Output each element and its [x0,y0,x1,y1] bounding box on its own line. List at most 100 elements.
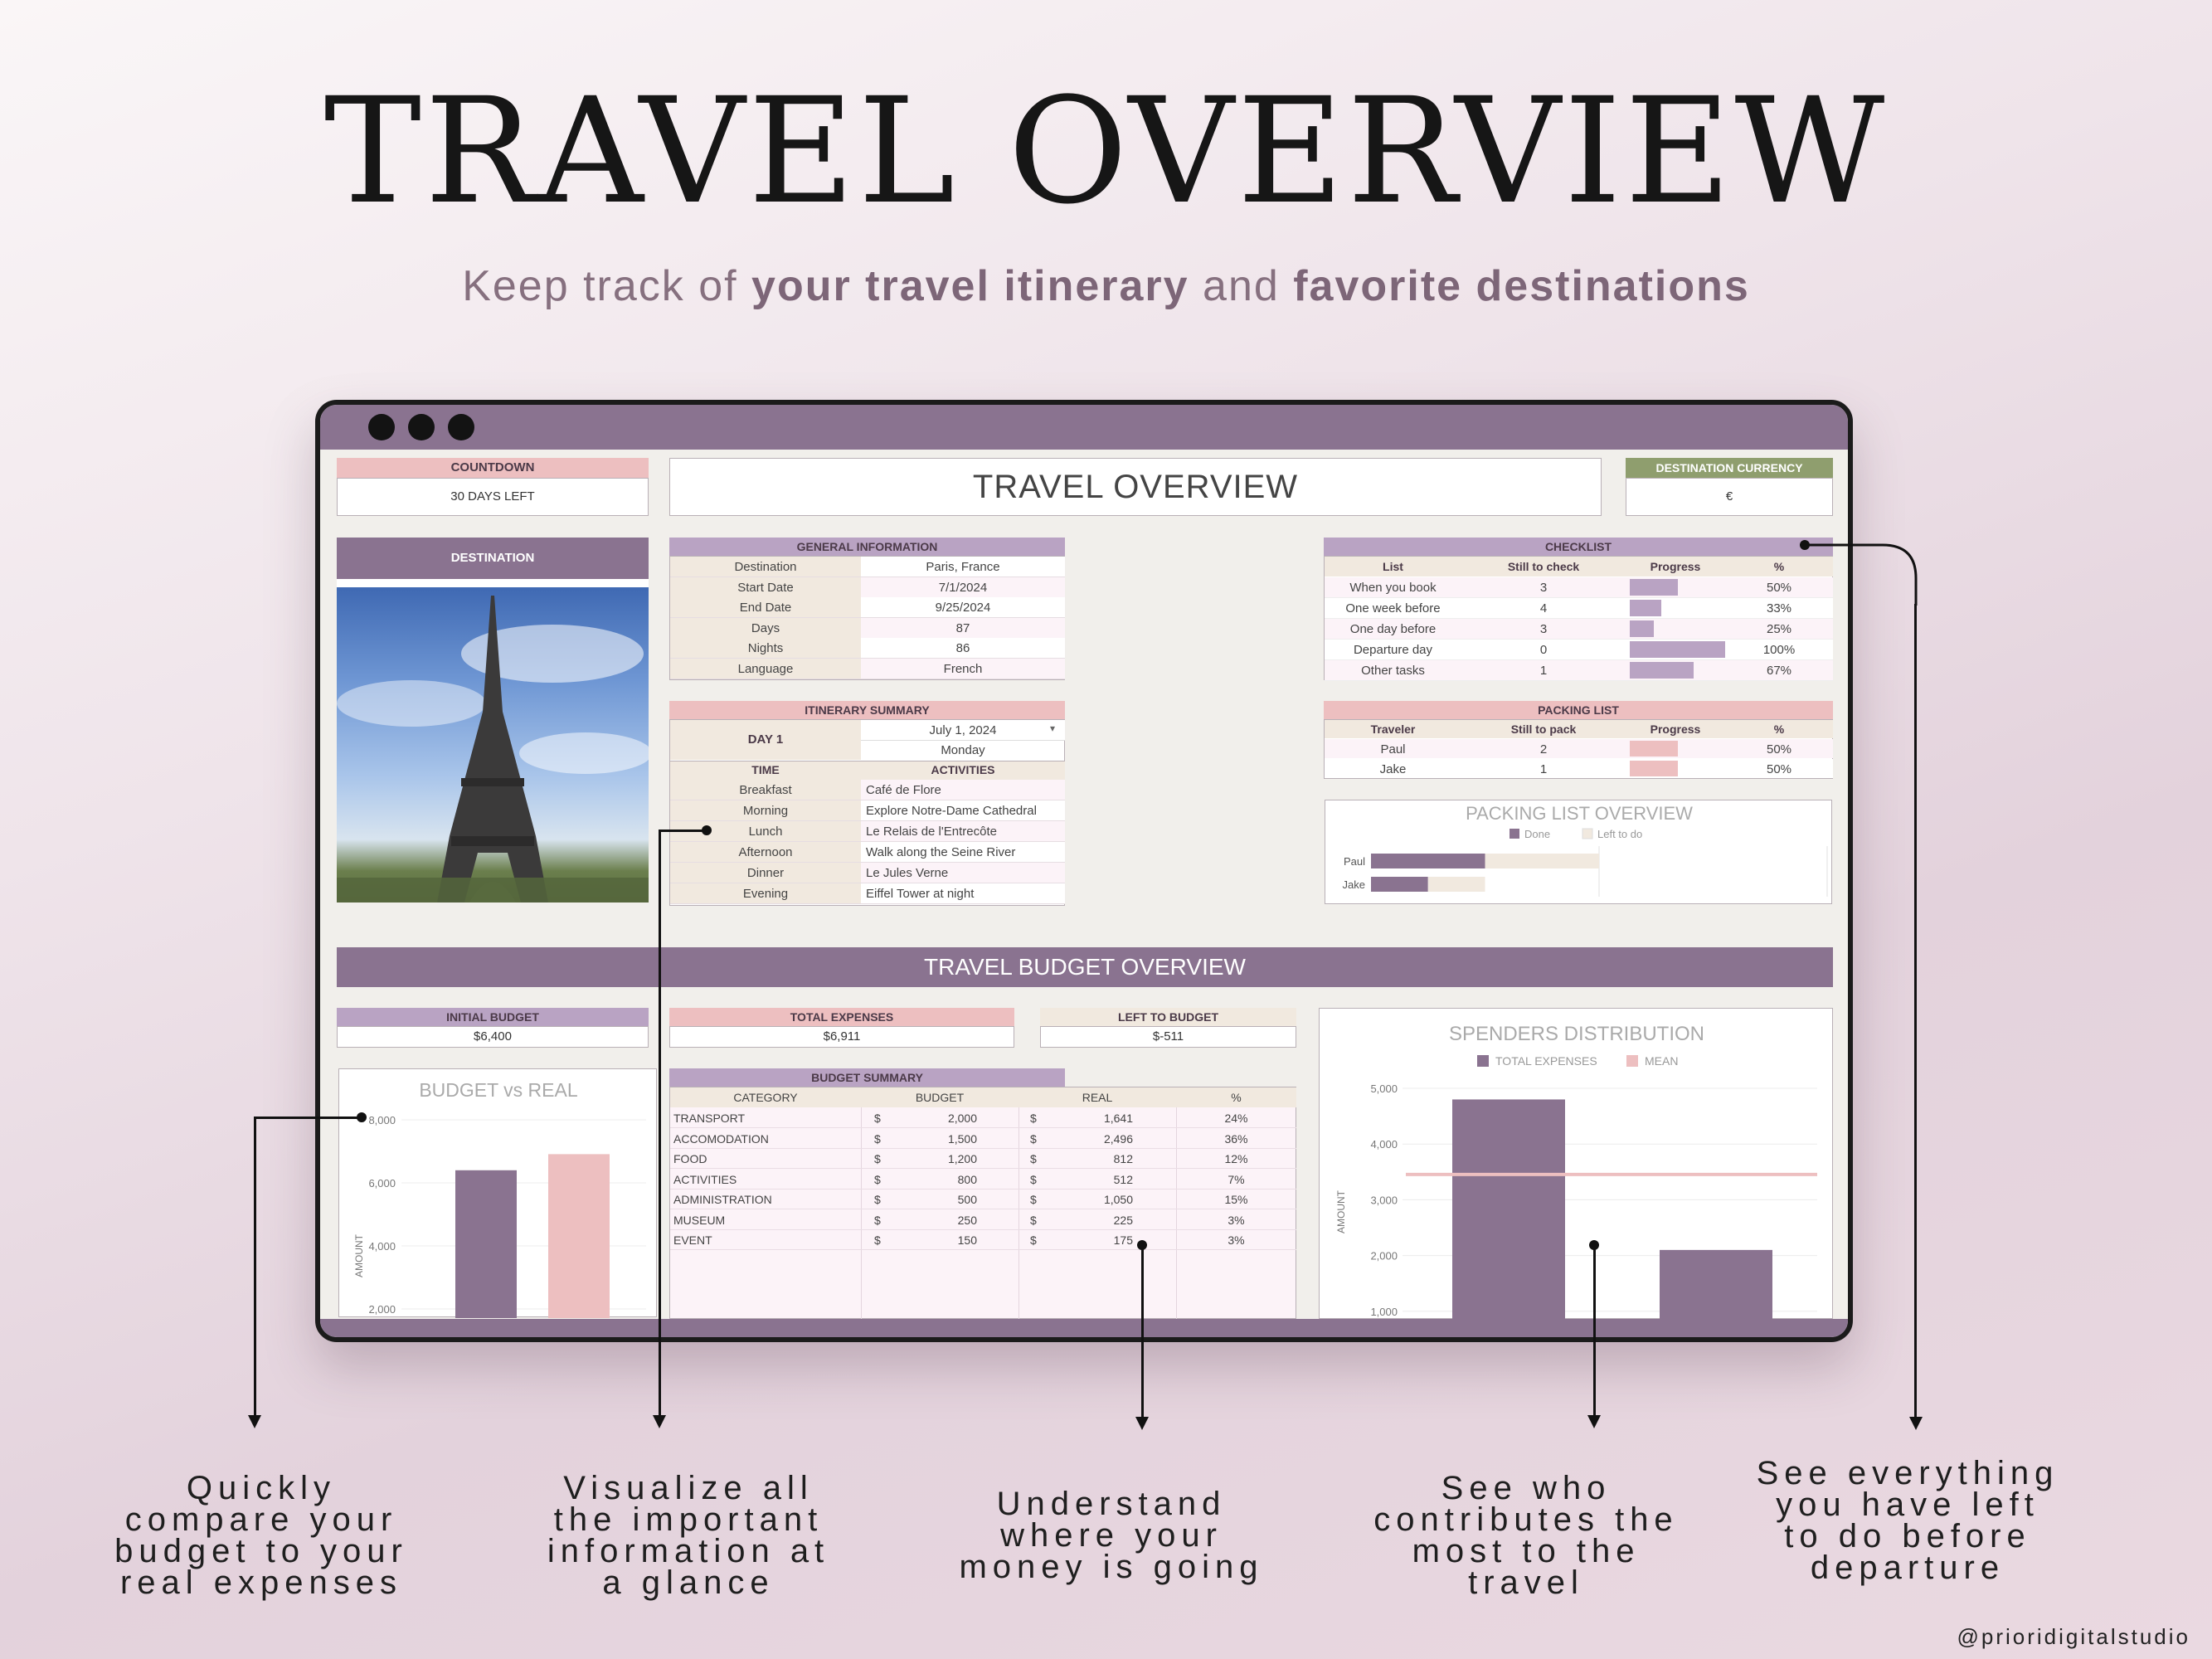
budget-planned[interactable]: 500 [919,1193,977,1206]
packing-chart-title: PACKING LIST OVERVIEW [1466,803,1693,824]
window-close-dot[interactable] [368,414,395,440]
budget-pct: 24% [1224,1112,1248,1125]
budget-planned[interactable]: 150 [919,1233,977,1247]
left-to-budget-label: LEFT TO BUDGET [1040,1008,1296,1026]
real-currency: $ [1030,1213,1037,1227]
itinerary-activity: Le Relais de l'Entrecôte [866,825,997,839]
destination-photo [337,587,649,902]
caption-line: most to the [1412,1533,1641,1569]
spenders-bar [1660,1249,1772,1337]
budget-real[interactable]: 512 [1075,1173,1133,1186]
budget-currency: $ [874,1152,881,1165]
window-minimize-dot[interactable] [408,414,435,440]
budget-real[interactable]: 1,641 [1075,1112,1133,1125]
itinerary-time-header: TIME [751,763,780,776]
annotation-line-1h [254,1117,362,1119]
budget-summary-row-line [670,1228,1296,1230]
budget-summary-col-divider [1018,1107,1019,1319]
budget-real[interactable]: 812 [1075,1152,1133,1165]
annotation-line-1v [254,1117,256,1415]
budget-real[interactable]: 175 [1075,1233,1133,1247]
spenders-legend-swatch [1626,1055,1638,1067]
currency-label: DESTINATION CURRENCY [1626,458,1833,478]
budget-real[interactable]: 1,050 [1075,1193,1133,1206]
countdown-label: COUNTDOWN [337,458,649,478]
budget-planned[interactable]: 1,500 [919,1132,977,1146]
spenders-chart-svg: SPENDERS DISTRIBUTION TOTAL EXPENSES MEAN 5… [1335,1023,1817,1337]
spenders-chart: SPENDERS DISTRIBUTION TOTAL EXPENSES MEAN 5… [1319,1008,1833,1337]
checklist-progress-bar [1630,641,1725,658]
checklist-list-name: Other tasks [1361,664,1425,678]
budget-summary-row-line [670,1127,1296,1128]
packing-still: 2 [1539,742,1548,757]
budget-real[interactable]: 225 [1075,1214,1133,1227]
budget-category: FOOD [673,1152,707,1165]
packing-chart-svg: PACKING LIST OVERVIEW Done Left to do Paul J… [1343,803,1828,897]
bvr-bar [455,1170,517,1337]
caption-line: departure [1810,1550,2005,1586]
packing-category-label: Jake [1343,878,1365,891]
real-currency: $ [1030,1233,1037,1247]
caption-line: you have left [1776,1486,2039,1523]
real-currency: $ [1030,1172,1037,1186]
packing-header: Still to pack [1510,722,1577,736]
window-bottombar [320,1319,1848,1337]
budget-summary-header: REAL [1082,1091,1113,1104]
caption-line: Understand [996,1486,1227,1522]
packing-bar [1427,877,1485,892]
general-info-label: Destination [734,560,797,574]
budget-overview-title: TRAVEL BUDGET OVERVIEW [924,954,1246,980]
caption-line: Quickly [186,1470,337,1506]
checklist-progress-bar [1630,620,1654,637]
left-to-budget-value: $-511 [1040,1026,1296,1048]
packing-progress-bar [1630,741,1678,757]
spenders-tick-label: 5,000 [1370,1082,1398,1095]
packing-progress-bar [1630,761,1678,776]
real-currency: $ [1030,1131,1037,1146]
total-expenses-value: $6,911 [669,1026,1014,1048]
budget-summary-header: % [1231,1091,1242,1104]
checklist-pct: 100% [1762,643,1796,657]
budget-pct: 3% [1228,1213,1245,1227]
budget-category: ACTIVITIES [673,1172,737,1186]
general-info-value: 86 [955,641,970,655]
budget-summary-col-divider [861,1107,862,1319]
budget-planned[interactable]: 250 [919,1214,977,1227]
annotation-line-5v [1914,604,1917,1417]
checklist-table: List Still to check Progress% When you book… [1324,556,1833,681]
general-info-label: Days [751,620,780,635]
budget-pct: 3% [1228,1233,1245,1247]
currency-value: € [1626,478,1833,516]
initial-budget-label: INITIAL BUDGET [337,1008,649,1026]
spenders-tick-label: 2,000 [1370,1250,1398,1262]
real-currency: $ [1030,1112,1037,1125]
budget-summary-header: BUDGET [915,1091,965,1104]
spenders-tick-label: 4,000 [1370,1138,1398,1151]
budget-planned[interactable]: 2,000 [919,1112,977,1125]
caption-budget-compare: Quickly compare your budget to your real ex… [91,1470,431,1599]
packing-header: % [1773,722,1785,736]
budget-category: TRANSPORT [673,1112,746,1125]
caption-line: See who [1441,1470,1612,1506]
general-info-label: Start Date [737,580,794,595]
annotation-arrow-4 [1587,1415,1601,1428]
checklist-still: 1 [1539,664,1548,678]
general-info-table: Destination Paris, France Start Date 7/1/20… [669,556,1065,680]
window-titlebar [320,405,1848,450]
packing-legend-label: Done [1524,828,1550,840]
checklist-pct: 67% [1766,664,1792,678]
chevron-down-icon[interactable]: ▾ [1050,722,1055,734]
annotation-curve-5 [1804,543,1918,606]
budget-planned[interactable]: 1,200 [919,1152,977,1165]
budget-planned[interactable]: 800 [919,1173,977,1186]
general-info-label: End Date [739,601,792,615]
checklist-list-name: When you book [1349,581,1437,595]
itinerary-activity: Explore Notre-Dame Cathedral [866,804,1037,818]
checklist-still: 3 [1539,622,1548,636]
budget-real[interactable]: 2,496 [1075,1132,1133,1146]
watermark: @prioridigitalstudio [1957,1624,2190,1649]
window-maximize-dot[interactable] [448,414,474,440]
spreadsheet-window: COUNTDOWN 30 DAYS LEFT TRAVEL OVERVIEW D… [315,400,1853,1342]
packing-header: Progress [1650,722,1701,736]
packing-bar [1371,877,1428,892]
